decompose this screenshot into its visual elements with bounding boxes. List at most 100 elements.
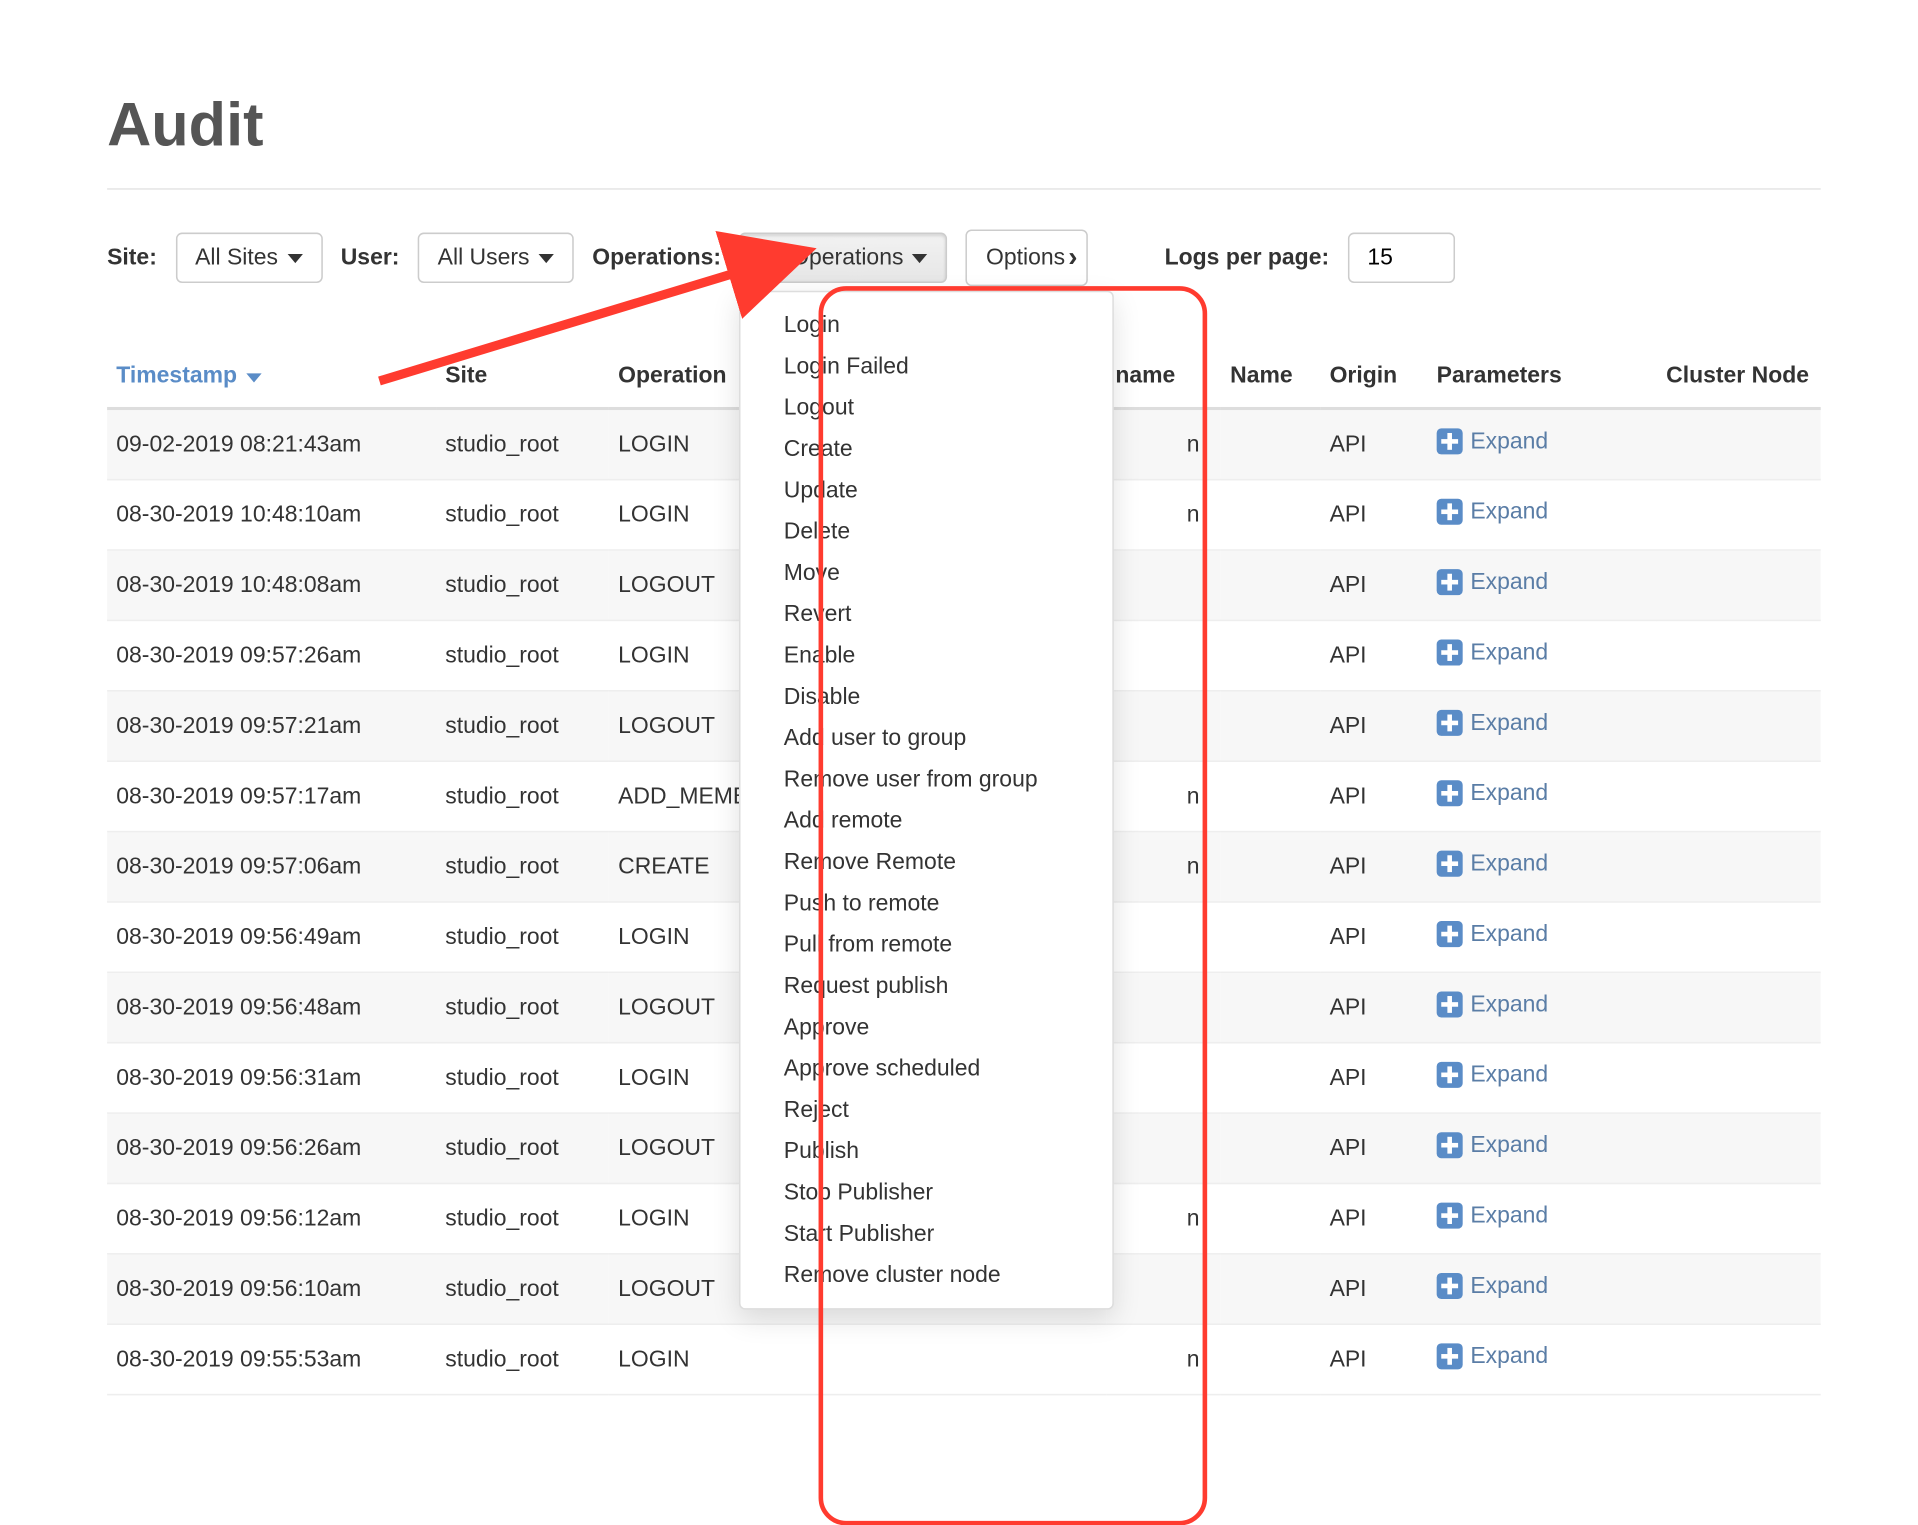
cell-timestamp: 08-30-2019 09:56:31am — [107, 1043, 436, 1113]
operations-menu-item[interactable]: Add remote — [741, 800, 1113, 841]
operations-menu-item[interactable]: Approve — [741, 1007, 1113, 1048]
operations-menu-item[interactable]: Revert — [741, 594, 1113, 635]
operations-menu-item[interactable]: Pull from remote — [741, 924, 1113, 965]
expand-button[interactable]: Expand — [1437, 1132, 1548, 1158]
expand-button[interactable]: Expand — [1437, 1203, 1548, 1229]
operations-dropdown[interactable]: All Operations — [739, 233, 947, 283]
cell-username — [1106, 691, 1221, 761]
expand-button[interactable]: Expand — [1437, 780, 1548, 806]
expand-button[interactable]: Expand — [1437, 499, 1548, 525]
expand-button[interactable]: Expand — [1437, 921, 1548, 947]
site-dropdown[interactable]: All Sites — [175, 233, 322, 283]
caret-down-icon — [287, 253, 302, 262]
cell-name — [1221, 550, 1320, 620]
operations-menu-item[interactable]: Login Failed — [741, 346, 1113, 387]
operations-menu-item[interactable]: Push to remote — [741, 883, 1113, 924]
col-origin[interactable]: Origin — [1320, 347, 1427, 408]
operations-menu[interactable]: LoginLogin FailedLogoutCreateUpdateDelet… — [739, 291, 1114, 1310]
cell-site: studio_root — [436, 902, 609, 972]
operations-menu-item[interactable]: Enable — [741, 635, 1113, 676]
cell-cluster-node — [1657, 902, 1821, 972]
cell-timestamp: 09-02-2019 08:21:43am — [107, 409, 436, 480]
expand-label: Expand — [1470, 1132, 1548, 1158]
expand-button[interactable]: Expand — [1437, 1343, 1548, 1369]
plus-icon — [1437, 1132, 1463, 1158]
operations-menu-item[interactable]: Disable — [741, 676, 1113, 717]
operations-menu-item[interactable]: Request publish — [741, 965, 1113, 1006]
col-site[interactable]: Site — [436, 347, 609, 408]
cell-cluster-node — [1657, 1043, 1821, 1113]
col-timestamp[interactable]: Timestamp — [107, 347, 436, 408]
cell-origin: API — [1320, 480, 1427, 550]
cell-origin: API — [1320, 1113, 1427, 1183]
cell-site: studio_root — [436, 409, 609, 480]
divider — [107, 188, 1821, 190]
cell-name — [1221, 409, 1320, 480]
expand-button[interactable]: Expand — [1437, 851, 1548, 877]
cell-username — [1106, 550, 1221, 620]
logs-per-page-input[interactable] — [1347, 233, 1454, 283]
col-name[interactable]: Name — [1221, 347, 1320, 408]
cell-name — [1221, 832, 1320, 902]
col-timestamp-label: Timestamp — [116, 363, 237, 389]
operations-menu-item[interactable]: Update — [741, 470, 1113, 511]
cell-timestamp: 08-30-2019 09:57:21am — [107, 691, 436, 761]
operations-menu-item[interactable]: Move — [741, 552, 1113, 593]
operations-menu-item[interactable]: Delete — [741, 511, 1113, 552]
expand-label: Expand — [1470, 710, 1548, 736]
operations-menu-item[interactable]: Stop Publisher — [741, 1172, 1113, 1213]
cell-origin: API — [1320, 691, 1427, 761]
cell-name — [1221, 691, 1320, 761]
cell-name — [1221, 1324, 1320, 1394]
operations-menu-item[interactable]: Publish — [741, 1131, 1113, 1172]
operations-menu-item[interactable]: Add user to group — [741, 718, 1113, 759]
expand-label: Expand — [1470, 921, 1548, 947]
cell-timestamp: 08-30-2019 09:56:10am — [107, 1254, 436, 1324]
operations-menu-item[interactable]: Logout — [741, 387, 1113, 428]
expand-button[interactable]: Expand — [1437, 569, 1548, 595]
options-button[interactable]: Options › — [966, 230, 1088, 287]
cell-timestamp: 08-30-2019 09:56:48am — [107, 972, 436, 1042]
sort-desc-icon — [246, 373, 261, 382]
expand-label: Expand — [1470, 569, 1548, 595]
cell-username: n — [1106, 832, 1221, 902]
operations-menu-item[interactable]: Approve scheduled — [741, 1048, 1113, 1089]
cell-parameters: Expand — [1427, 1043, 1657, 1113]
cell-username — [1106, 1113, 1221, 1183]
cell-parameters: Expand — [1427, 902, 1657, 972]
cell-username: n — [1106, 1324, 1221, 1394]
operations-menu-item[interactable]: Remove cluster node — [741, 1255, 1113, 1296]
plus-icon — [1437, 780, 1463, 806]
cell-timestamp: 08-30-2019 10:48:10am — [107, 480, 436, 550]
operations-menu-item[interactable]: Create — [741, 428, 1113, 469]
site-dropdown-value: All Sites — [195, 245, 278, 271]
operations-menu-item[interactable]: Reject — [741, 1089, 1113, 1130]
user-label: User: — [341, 245, 400, 271]
operations-menu-item[interactable]: Login — [741, 304, 1113, 345]
cell-name — [1221, 761, 1320, 831]
expand-button[interactable]: Expand — [1437, 710, 1548, 736]
cell-cluster-node — [1657, 1183, 1821, 1253]
col-cluster-node[interactable]: Cluster Node — [1657, 347, 1821, 408]
expand-label: Expand — [1470, 1273, 1548, 1299]
operations-menu-item[interactable]: Remove user from group — [741, 759, 1113, 800]
cell-cluster-node — [1657, 550, 1821, 620]
expand-button[interactable]: Expand — [1437, 428, 1548, 454]
plus-icon — [1437, 921, 1463, 947]
cell-username: n — [1106, 761, 1221, 831]
col-username[interactable]: name — [1106, 347, 1221, 408]
expand-label: Expand — [1470, 499, 1548, 525]
user-dropdown[interactable]: All Users — [418, 233, 574, 283]
expand-button[interactable]: Expand — [1437, 1273, 1548, 1299]
expand-button[interactable]: Expand — [1437, 991, 1548, 1017]
plus-icon — [1437, 1343, 1463, 1369]
col-parameters[interactable]: Parameters — [1427, 347, 1657, 408]
cell-parameters: Expand — [1427, 1324, 1657, 1394]
operations-menu-item[interactable]: Start Publisher — [741, 1213, 1113, 1254]
operations-menu-item[interactable]: Remove Remote — [741, 842, 1113, 883]
cell-parameters: Expand — [1427, 832, 1657, 902]
expand-button[interactable]: Expand — [1437, 1062, 1548, 1088]
expand-button[interactable]: Expand — [1437, 640, 1548, 666]
cell-site: studio_root — [436, 972, 609, 1042]
cell-timestamp: 08-30-2019 09:56:49am — [107, 902, 436, 972]
